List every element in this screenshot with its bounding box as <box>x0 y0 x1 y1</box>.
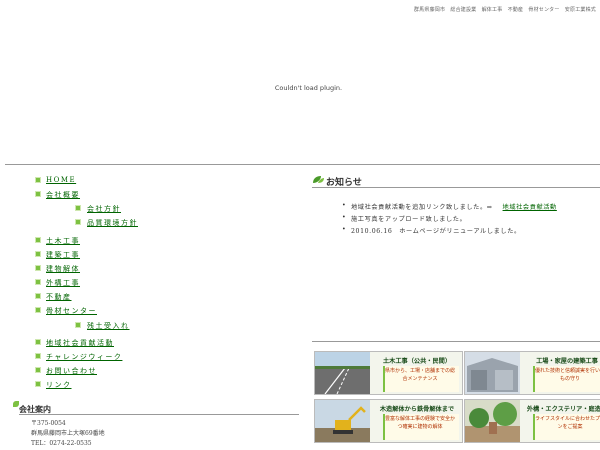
news-item-text: 2010.06.16 ホームページがリニューアルしました。 <box>351 228 521 235</box>
banner-exterior[interactable]: 外構・エクステリア・庭造り ライフスタイルに合わせたプランをご提案 <box>464 399 600 443</box>
sidebar-item-contact[interactable]: お問い合わせ <box>46 366 97 376</box>
factory-photo <box>465 352 520 394</box>
news-item-text: 地域社会貢献活動を追加リンク致しました。⇒ <box>351 204 493 211</box>
bullet-icon <box>75 322 81 328</box>
bullet-icon <box>75 205 81 211</box>
banner-building-construction[interactable]: 工場・家屋の建築工事 優れた技術と信頼誠実を行いをもの守り <box>464 351 600 395</box>
banner-title: 土木工事（公共・民間） <box>382 358 452 365</box>
news-item: 2010.06.16 ホームページがリニューアルしました。 <box>342 226 521 235</box>
sidebar-item-company-policy[interactable]: 会社方針 <box>87 204 121 214</box>
road-photo <box>315 352 370 394</box>
sidebar-item-challenge-week[interactable]: チャレンジウィーク <box>46 352 122 362</box>
bullet-icon <box>35 293 41 299</box>
sidebar-item-community[interactable]: 地域社会貢献活動 <box>46 338 114 348</box>
sidebar-item-home[interactable]: HOME <box>46 176 76 184</box>
bullet-icon <box>35 251 41 257</box>
news-community-link[interactable]: 地域社会貢献活動 <box>503 204 557 211</box>
garden-photo <box>465 400 520 442</box>
sidebar-item-real-estate[interactable]: 不動産 <box>46 292 72 302</box>
top-navigation-text: 群馬県藤岡市 総合建設業 解体工事 不動産 骨材センター 安原工業株式 <box>413 7 596 13</box>
news-item: 地域社会貢献活動を追加リンク致しました。⇒ 地域社会貢献活動 <box>342 202 557 211</box>
sidebar-item-soil-acceptance[interactable]: 残土受入れ <box>87 321 130 331</box>
leaf-icon <box>313 176 324 183</box>
news-divider <box>312 187 600 188</box>
header-divider <box>5 164 600 165</box>
company-divider <box>19 414 299 415</box>
bullet-icon <box>35 191 41 197</box>
sidebar-item-links[interactable]: リンク <box>46 380 72 390</box>
plugin-error-message: Couldn't load plugin. <box>274 84 343 92</box>
banner-demolition[interactable]: 木造解体から鉄骨解体まで 豊富な解体工事の経験で安全かつ確実に建物の解体 <box>314 399 463 443</box>
banner-subtitle: ライフスタイルに合わせたプランをご提案 <box>535 416 600 430</box>
sidebar-item-civil-engineering[interactable]: 土木工事 <box>46 236 80 246</box>
sidebar-item-construction[interactable]: 建築工事 <box>46 250 80 260</box>
sidebar-item-exterior[interactable]: 外構工事 <box>46 278 80 288</box>
company-tel: TEL：0274-22-0535 <box>31 440 92 447</box>
bullet-icon <box>75 219 81 225</box>
banner-title: 木造解体から鉄骨解体まで <box>379 406 455 413</box>
banner-subtitle: 県市から、工場・店舗までの総合メンテナンス <box>385 368 456 382</box>
flash-plugin-area[interactable]: Couldn't load plugin. <box>0 14 600 164</box>
bullet-icon <box>35 367 41 373</box>
sidebar-item-quality-policy[interactable]: 品質環境方針 <box>87 218 138 228</box>
bullet-icon <box>35 353 41 359</box>
excavator-photo <box>315 400 370 442</box>
banner-title: 外構・エクステリア・庭造り <box>526 406 600 413</box>
bullet-icon <box>35 307 41 313</box>
company-address: 群馬県藤岡市上大塚69番地 <box>31 430 105 437</box>
news-item-text: 施工写真をアップロード致しました。 <box>351 216 467 223</box>
company-postal-code: 〒375-0054 <box>31 420 66 427</box>
banner-title: 工場・家屋の建築工事 <box>536 358 598 365</box>
banner-civil-engineering[interactable]: 土木工事（公共・民間） 県市から、工場・店舗までの総合メンテナンス <box>314 351 463 395</box>
banner-subtitle: 豊富な解体工事の経験で安全かつ確実に建物の解体 <box>385 416 456 430</box>
sidebar-item-company[interactable]: 会社概要 <box>46 190 80 200</box>
sidebar-item-aggregate-center[interactable]: 骨材センター <box>46 306 97 316</box>
bullet-icon <box>35 177 41 183</box>
banner-subtitle: 優れた技術と信頼誠実を行いをもの守り <box>535 368 600 382</box>
bullet-icon <box>35 381 41 387</box>
bullet-icon <box>35 237 41 243</box>
news-item: 施工写真をアップロード致しました。 <box>342 214 467 223</box>
bullet-icon <box>35 265 41 271</box>
bullet-icon <box>35 279 41 285</box>
bullet-icon <box>35 339 41 345</box>
banner-divider <box>312 341 600 342</box>
sidebar-item-demolition[interactable]: 建物解体 <box>46 264 80 274</box>
